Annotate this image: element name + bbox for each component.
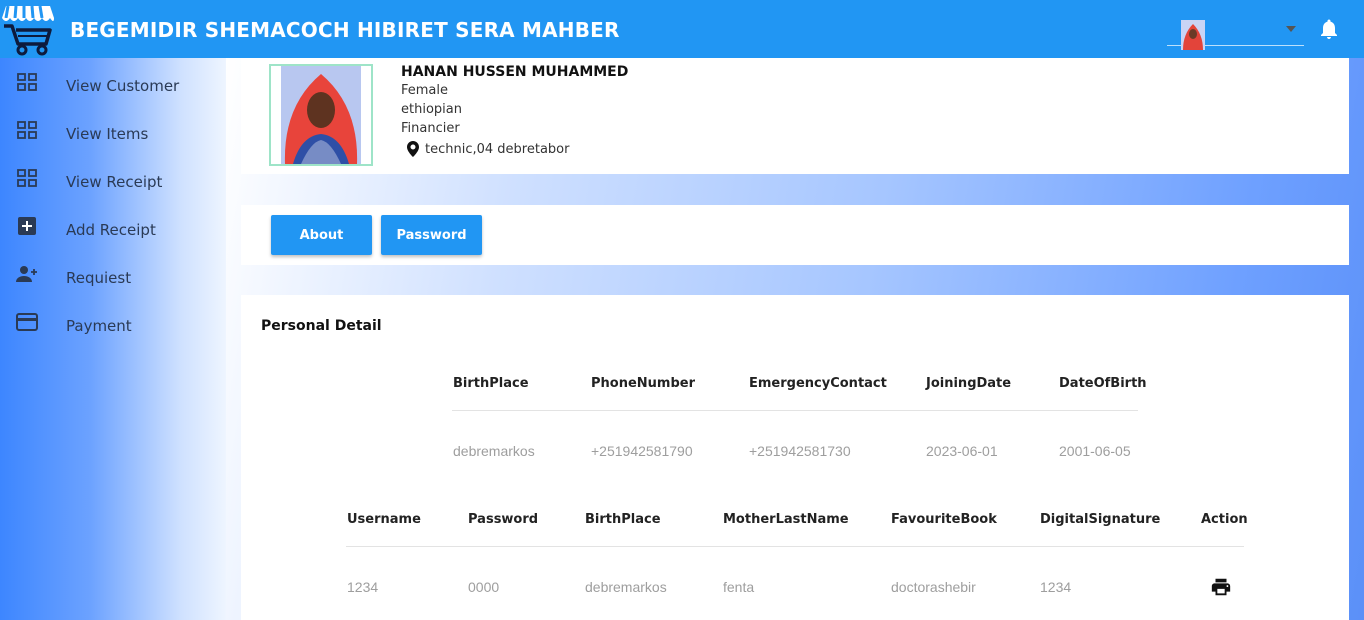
avatar: [1181, 20, 1205, 50]
column-header: Username: [347, 512, 421, 527]
profile-address: technic,04 debretabor: [425, 142, 570, 157]
profile-name: HANAN HUSSEN MUHAMMED: [401, 64, 629, 80]
grid-icon: [17, 73, 37, 91]
table-cell: 2001-06-05: [1059, 443, 1131, 459]
table-cell: debremarkos: [585, 579, 667, 595]
main-content: HANAN HUSSEN MUHAMMED Female ethiopian F…: [226, 58, 1364, 620]
column-header: FavouriteBook: [891, 512, 997, 527]
sidebar-item-label: View Items: [66, 125, 149, 143]
sidebar-item-requiest[interactable]: Requiest: [0, 254, 226, 294]
table-cell: fenta: [723, 579, 755, 595]
profile-gender: Female: [401, 83, 449, 98]
sidebar-item-view-items[interactable]: View Items: [0, 110, 226, 150]
map-pin-icon: [407, 141, 419, 157]
credit-card-icon: [16, 313, 38, 331]
grid-icon: [17, 121, 37, 139]
table-cell: 2023-06-01: [926, 443, 998, 459]
add-box-icon: [18, 217, 36, 235]
table-cell: 1234: [347, 579, 379, 595]
chevron-down-icon: [1286, 26, 1296, 32]
column-header: Action: [1201, 512, 1248, 527]
bell-icon[interactable]: [1317, 17, 1341, 41]
section-title: Personal Detail: [261, 318, 382, 334]
divider: [452, 410, 1138, 411]
table-cell: +251942581730: [749, 443, 851, 459]
sidebar-item-label: View Customer: [66, 77, 180, 95]
column-header: DateOfBirth: [1059, 376, 1147, 391]
app-title: BEGEMIDIR SHEMACOCH HIBIRET SERA MAHBER: [70, 18, 620, 42]
sidebar-item-label: Requiest: [66, 269, 132, 287]
table-cell: 0000: [468, 579, 500, 595]
tab-about[interactable]: About: [271, 215, 372, 255]
personal-detail-card: Personal Detail BirthPlace PhoneNumber E…: [241, 295, 1349, 620]
profile-card: HANAN HUSSEN MUHAMMED Female ethiopian F…: [241, 58, 1349, 174]
column-header: DigitalSignature: [1040, 512, 1161, 527]
table-cell: debremarkos: [453, 443, 535, 459]
sidebar-item-label: Payment: [66, 317, 132, 335]
table-cell: 1234: [1040, 579, 1072, 595]
tabs-card: About Password: [241, 205, 1349, 265]
table-cell: +251942581790: [591, 443, 693, 459]
sidebar-item-label: Add Receipt: [66, 221, 156, 239]
sidebar-item-payment[interactable]: Payment: [0, 302, 226, 342]
user-account-select[interactable]: [1167, 18, 1304, 50]
profile-role: Financier: [401, 121, 460, 136]
sidebar: View Customer View Items View Receipt Ad…: [0, 58, 226, 620]
tab-password[interactable]: Password: [381, 215, 482, 255]
column-header: Password: [468, 512, 539, 527]
divider: [346, 546, 1244, 547]
profile-photo: [269, 64, 373, 166]
sidebar-item-label: View Receipt: [66, 173, 163, 191]
sidebar-item-add-receipt[interactable]: Add Receipt: [0, 206, 226, 246]
sidebar-item-view-receipt[interactable]: View Receipt: [0, 158, 226, 198]
column-header: EmergencyContact: [749, 376, 887, 391]
app-header: BEGEMIDIR SHEMACOCH HIBIRET SERA MAHBER: [0, 0, 1364, 58]
column-header: MotherLastName: [723, 512, 849, 527]
profile-nationality: ethiopian: [401, 102, 462, 117]
table-cell: doctorashebir: [891, 579, 976, 595]
grid-icon: [17, 169, 37, 187]
column-header: BirthPlace: [453, 376, 529, 391]
shopping-cart-icon[interactable]: [0, 2, 56, 56]
printer-icon[interactable]: [1210, 576, 1232, 598]
column-header: PhoneNumber: [591, 376, 695, 391]
sidebar-item-view-customer[interactable]: View Customer: [0, 62, 226, 102]
person-add-icon: [16, 266, 37, 282]
column-header: BirthPlace: [585, 512, 661, 527]
column-header: JoiningDate: [926, 376, 1012, 391]
